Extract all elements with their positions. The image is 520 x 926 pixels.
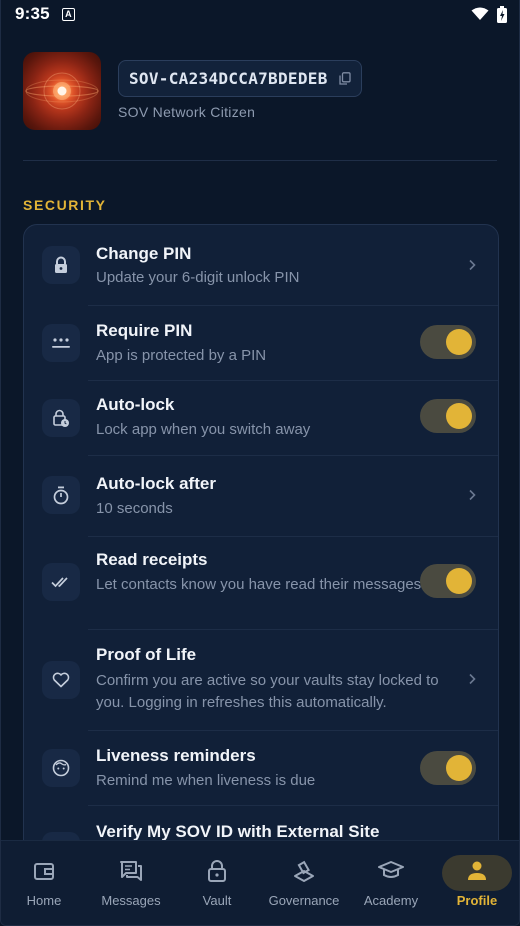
toggle-knob (446, 568, 472, 594)
lock-clock-icon (42, 399, 80, 437)
app-screen: 9:35 A SOV-CA234DCCA7BDEDEB SOV Network … (0, 0, 520, 926)
notification-a-icon: A (61, 7, 75, 21)
nav-label: Vault (202, 893, 232, 908)
nav-label: Profile (456, 893, 498, 908)
status-time: 9:35 (15, 4, 50, 23)
row-title: Auto-lock (96, 395, 175, 414)
row-liveness-reminders[interactable]: Liveness reminders Remind me when livene… (24, 731, 498, 805)
auto-lock-toggle[interactable] (420, 399, 476, 433)
nav-label: Home (26, 893, 62, 908)
row-desc: Update your 6-digit unlock PIN (96, 269, 300, 286)
battery-icon (497, 5, 507, 23)
liveness-reminders-toggle[interactable] (420, 751, 476, 785)
avatar[interactable] (23, 52, 101, 130)
row-title: Liveness reminders (96, 746, 256, 765)
profile-subtitle: SOV Network Citizen (118, 104, 256, 120)
row-desc: Remind me when liveness is due (96, 772, 316, 789)
timer-icon (42, 476, 80, 514)
lock-icon (42, 246, 80, 284)
nav-label: Academy (363, 893, 419, 908)
heart-icon (42, 661, 80, 699)
sov-id-pill[interactable]: SOV-CA234DCCA7BDEDEB (118, 60, 362, 97)
row-auto-lock[interactable]: Auto-lock Lock app when you switch away (24, 381, 498, 455)
row-desc: 10 seconds (96, 500, 173, 517)
read-receipts-toggle[interactable] (420, 564, 476, 598)
security-card: Change PIN Update your 6-digit unlock PI… (23, 224, 499, 854)
row-require-pin[interactable]: Require PIN App is protected by a PIN (24, 306, 498, 380)
row-title: Read receipts (96, 550, 208, 569)
chevron-right-icon (469, 259, 476, 271)
vault-lock-icon (174, 851, 260, 891)
bottom-nav: Home Messages Vault Governance Academy P… (1, 840, 519, 925)
nav-profile[interactable]: Profile (434, 851, 519, 921)
profile-icon (434, 851, 519, 891)
row-title: Verify My SOV ID with External Site (96, 822, 380, 841)
row-proof-of-life[interactable]: Proof of Life Confirm you are active so … (24, 630, 498, 730)
toggle-knob (446, 755, 472, 781)
wifi-icon (471, 7, 489, 20)
pin-dots-icon (42, 324, 80, 362)
row-title: Change PIN (96, 244, 192, 263)
require-pin-toggle[interactable] (420, 325, 476, 359)
nav-messages[interactable]: Messages (88, 851, 174, 921)
chevron-right-icon (469, 673, 476, 685)
avatar-art (25, 72, 99, 110)
row-title: Require PIN (96, 321, 193, 340)
double-check-icon (42, 563, 80, 601)
section-title-security: SECURITY (23, 197, 107, 213)
row-title: Proof of Life (96, 645, 197, 664)
face-icon (42, 749, 80, 787)
status-bar: 9:35 A (1, 0, 519, 28)
toggle-knob (446, 403, 472, 429)
toggle-knob (446, 329, 472, 355)
academy-icon (348, 851, 434, 891)
governance-icon (261, 851, 347, 891)
row-read-receipts[interactable]: Read receipts Let contacts know you have… (24, 537, 498, 629)
nav-academy[interactable]: Academy (348, 851, 434, 921)
nav-vault[interactable]: Vault (174, 851, 260, 921)
nav-label: Messages (101, 893, 161, 908)
sov-id-text: SOV-CA234DCCA7BDEDEB (129, 69, 328, 88)
header-divider (23, 160, 497, 161)
row-change-pin[interactable]: Change PIN Update your 6-digit unlock PI… (24, 225, 498, 305)
row-desc: App is protected by a PIN (96, 347, 267, 364)
chevron-right-icon (469, 489, 476, 501)
row-desc: Confirm you are active so your vaults st… (96, 672, 439, 711)
wallet-icon (1, 851, 87, 891)
nav-governance[interactable]: Governance (261, 851, 347, 921)
row-title: Auto-lock after (96, 474, 216, 493)
row-desc: Let contacts know you have read their me… (96, 576, 422, 593)
messages-icon (88, 851, 174, 891)
copy-icon[interactable] (339, 72, 351, 85)
nav-home[interactable]: Home (1, 851, 87, 921)
nav-label: Governance (268, 893, 340, 908)
status-icons (471, 5, 507, 23)
row-desc: Lock app when you switch away (96, 421, 311, 438)
row-auto-lock-after[interactable]: Auto-lock after 10 seconds (24, 456, 498, 536)
